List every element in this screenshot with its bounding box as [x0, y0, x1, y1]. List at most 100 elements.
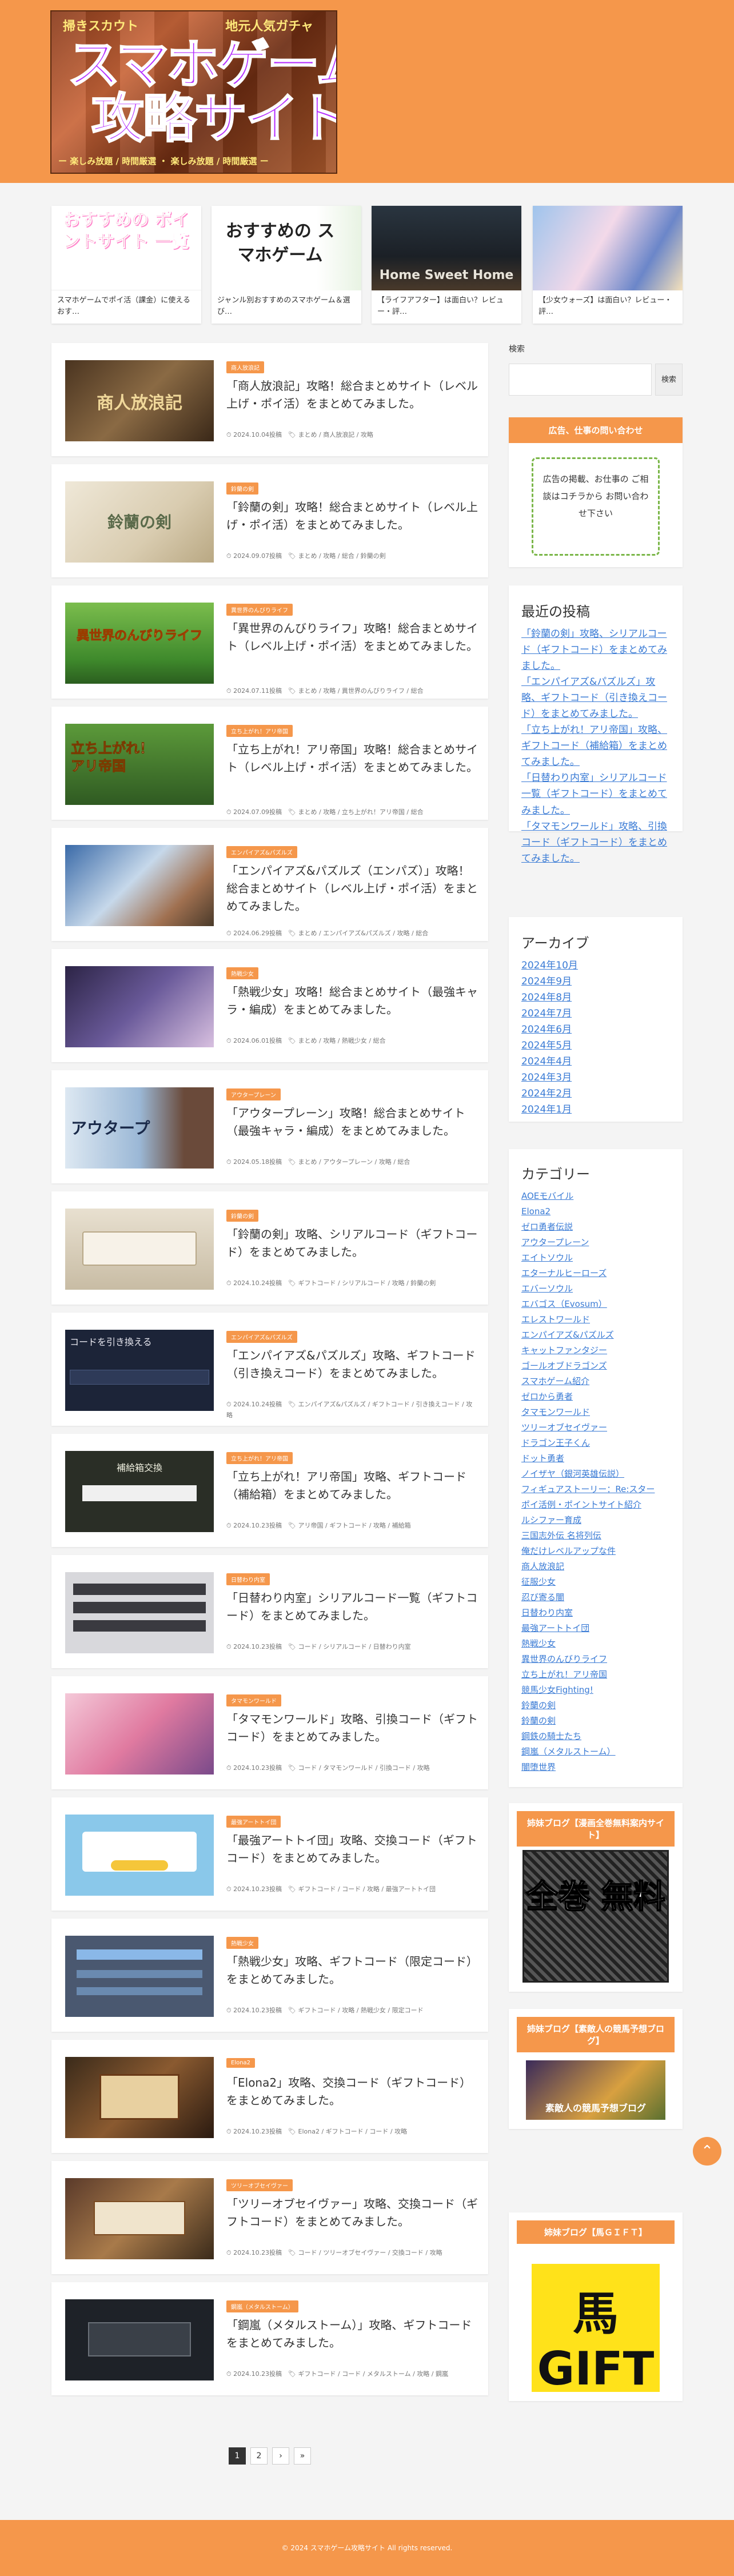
category-link[interactable]: 鈴蘭の剣 — [521, 1698, 670, 1713]
category-link[interactable]: エイトソウル — [521, 1250, 670, 1266]
category-link[interactable]: 競馬少女Fighting! — [521, 1682, 670, 1698]
category-badge[interactable]: 立ち上がれ！アリ帝国 — [226, 725, 293, 737]
post-card[interactable]: 最強アートトイ団 「最強アートトイ団」攻略、交換コード（ギフトコード）をまとめて… — [51, 1797, 488, 1911]
post-card[interactable]: タマモンワールド 「タマモンワールド」攻略、引換コード（ギフトコード）をまとめて… — [51, 1676, 488, 1789]
post-card[interactable]: アウタープ アウタープレーン 「アウタープレーン」攻略！総合まとめサイト（最強キ… — [51, 1070, 488, 1183]
category-link[interactable]: 異世界のんびりライフ — [521, 1652, 670, 1667]
category-link[interactable]: 鋼鉄の騎士たち — [521, 1729, 670, 1744]
carousel-card[interactable]: おすすめの スマホゲーム ジャンル別おすすめのスマホゲーム＆選び… — [212, 206, 361, 324]
post-title[interactable]: 「商人放浪記」攻略！総合まとめサイト（レベル上げ・ポイ活）をまとめてみました。 — [226, 377, 478, 413]
category-link[interactable]: 俺だけレベルアップな件 — [521, 1544, 670, 1559]
archive-link[interactable]: 2024年6月 — [521, 1022, 670, 1038]
archive-link[interactable]: 2024年7月 — [521, 1006, 670, 1022]
post-card[interactable]: 立ち上がれ！アリ帝国 立ち上がれ！アリ帝国 「立ち上がれ！アリ帝国」攻略！総合ま… — [51, 707, 488, 820]
post-title[interactable]: 「Elona2」攻略、交換コード（ギフトコード）をまとめてみました。 — [226, 2074, 478, 2110]
category-link[interactable]: 忍び寄る闇 — [521, 1590, 670, 1605]
category-link[interactable]: 鋼嵐（メタルストーム） — [521, 1744, 670, 1760]
sister-blog-manga-banner[interactable]: 全巻 無料 — [522, 1850, 669, 1983]
category-link[interactable]: ゴールオブドラゴンズ — [521, 1358, 670, 1374]
category-link[interactable]: ドット勇者 — [521, 1451, 670, 1466]
next-page-button[interactable]: › — [272, 2447, 289, 2465]
category-link[interactable]: ポイ活例・ポイントサイト紹介 — [521, 1497, 670, 1513]
recent-post-link[interactable]: 「タマモンワールド」攻略、引換コード（ギフトコード）をまとめてみました。 — [521, 819, 670, 867]
category-badge[interactable]: 鈴蘭の剣 — [226, 1210, 258, 1222]
recent-post-link[interactable]: 「鈴蘭の剣」攻略、シリアルコード（ギフトコード）をまとめてみました。 — [521, 626, 670, 674]
post-title[interactable]: 「立ち上がれ！アリ帝国」攻略！総合まとめサイト（レベル上げ・ポイ活）をまとめてみ… — [226, 741, 478, 776]
post-title[interactable]: 「タマモンワールド」攻略、引換コード（ギフトコード）をまとめてみました。 — [226, 1710, 478, 1746]
category-badge[interactable]: 鈴蘭の剣 — [226, 482, 258, 495]
post-card[interactable]: エンパイアズ&パズルズ 「エンパイアズ&パズルズ（エンパズ）」攻略！総合まとめサ… — [51, 828, 488, 941]
category-badge[interactable]: ツリーオブセイヴァー — [226, 2179, 293, 2191]
category-badge[interactable]: アウタープレーン — [226, 1088, 281, 1100]
category-link[interactable]: タマモンワールド — [521, 1405, 670, 1420]
search-input[interactable] — [509, 364, 652, 396]
post-title[interactable]: 「熱戦少女」攻略、ギフトコード（限定コード）をまとめてみました。 — [226, 1953, 478, 1988]
category-link[interactable]: 闇堕世界 — [521, 1760, 670, 1775]
post-title[interactable]: 「エンパイアズ&パズルズ（エンパズ）」攻略！総合まとめサイト（レベル上げ・ポイ活… — [226, 862, 478, 915]
category-link[interactable]: エターナルヒーローズ — [521, 1266, 670, 1281]
search-button[interactable]: 検索 — [655, 364, 683, 396]
category-badge[interactable]: 鋼嵐（メタルストーム） — [226, 2300, 298, 2312]
category-badge[interactable]: 商人放浪記 — [226, 361, 264, 373]
post-title[interactable]: 「異世界のんびりライフ」攻略！総合まとめサイト（レベル上げ・ポイ活）をまとめてみ… — [226, 620, 478, 655]
recent-post-link[interactable]: 「日替わり内室」シリアルコード一覧（ギフトコード）をまとめてみました。 — [521, 770, 670, 818]
page-2[interactable]: 2 — [250, 2447, 268, 2465]
archive-link[interactable]: 2024年1月 — [521, 1102, 670, 1118]
post-card[interactable]: 熱戦少女 「熱戦少女」攻略、ギフトコード（限定コード）をまとめてみました。 ⏱ … — [51, 1919, 488, 2032]
recent-post-link[interactable]: 「立ち上がれ！アリ帝国」攻略、ギフトコード（補給箱）をまとめてみました。 — [521, 722, 670, 770]
post-title[interactable]: 「エンパイアズ&パズルズ」攻略、ギフトコード（引き換えコード）をまとめてみました… — [226, 1347, 478, 1382]
post-card[interactable]: 鈴蘭の剣 「鈴蘭の剣」攻略、シリアルコード（ギフトコード）をまとめてみました。 … — [51, 1191, 488, 1305]
archive-link[interactable]: 2024年3月 — [521, 1070, 670, 1086]
category-link[interactable]: 三国志外伝 名将列伝 — [521, 1528, 670, 1544]
contact-banner[interactable]: 広告の掲載、お仕事の ご相談はコチラから お問い合わせ下さい — [532, 457, 660, 556]
category-link[interactable]: 日替わり内室 — [521, 1605, 670, 1621]
category-link[interactable]: 征服少女 — [521, 1574, 670, 1590]
category-link[interactable]: Elona2 — [521, 1204, 670, 1219]
category-badge[interactable]: タマモンワールド — [226, 1694, 281, 1706]
category-link[interactable]: 鈴蘭の剣 — [521, 1713, 670, 1729]
category-link[interactable]: ツリーオブセイヴァー — [521, 1420, 670, 1435]
category-badge[interactable]: 熱戦少女 — [226, 967, 258, 979]
post-title[interactable]: 「鈴蘭の剣」攻略、シリアルコード（ギフトコード）をまとめてみました。 — [226, 1226, 478, 1261]
post-card[interactable]: 異世界のんびりライフ 異世界のんびりライフ 「異世界のんびりライフ」攻略！総合ま… — [51, 585, 488, 699]
category-link[interactable]: 立ち上がれ！アリ帝国 — [521, 1667, 670, 1682]
site-logo[interactable]: 掃きスカウト 地元人気ガチャ スマホゲーム 攻略サイト ー 楽しみ放題 / 時間… — [50, 10, 337, 174]
category-link[interactable]: エバーソウル — [521, 1281, 670, 1297]
category-link[interactable]: 商人放浪記 — [521, 1559, 670, 1574]
post-card[interactable]: 熱戦少女 「熱戦少女」攻略！総合まとめサイト（最強キャラ・編成）をまとめてみまし… — [51, 949, 488, 1062]
archive-link[interactable]: 2024年10月 — [521, 958, 670, 974]
category-link[interactable]: ゼロ勇者伝説 — [521, 1219, 670, 1235]
category-badge[interactable]: Elona2 — [226, 2058, 256, 2068]
post-title[interactable]: 「ツリーオブセイヴァー」攻略、交換コード（ギフトコード）をまとめてみました。 — [226, 2195, 478, 2231]
category-link[interactable]: 熱戦少女 — [521, 1636, 670, 1652]
category-link[interactable]: フィギュアストーリー：Re:スター — [521, 1482, 670, 1497]
carousel-card[interactable]: 【少女ウォーズ】は面白い？レビュー・評… — [533, 206, 683, 324]
post-card[interactable]: Elona2 「Elona2」攻略、交換コード（ギフトコード）をまとめてみました… — [51, 2040, 488, 2153]
category-badge[interactable]: 最強アートトイ団 — [226, 1816, 281, 1828]
category-link[interactable]: キャットファンタジー — [521, 1343, 670, 1358]
post-card[interactable]: 補給箱交換 立ち上がれ！アリ帝国 「立ち上がれ！アリ帝国」攻略、ギフトコード（補… — [51, 1434, 488, 1547]
archive-link[interactable]: 2024年8月 — [521, 990, 670, 1006]
post-title[interactable]: 「熱戦少女」攻略！総合まとめサイト（最強キャラ・編成）をまとめてみました。 — [226, 983, 478, 1019]
category-link[interactable]: ゼロから勇者 — [521, 1389, 670, 1405]
category-link[interactable]: エンパイアズ&パズルズ — [521, 1327, 670, 1343]
post-title[interactable]: 「立ち上がれ！アリ帝国」攻略、ギフトコード（補給箱）をまとめてみました。 — [226, 1468, 478, 1504]
recent-post-link[interactable]: 「エンパイアズ&パズルズ」攻略、ギフトコード（引き換えコード）をまとめてみました… — [521, 674, 670, 722]
post-card[interactable]: ツリーオブセイヴァー 「ツリーオブセイヴァー」攻略、交換コード（ギフトコード）を… — [51, 2161, 488, 2274]
post-card[interactable]: 商人放浪記 商人放浪記 「商人放浪記」攻略！総合まとめサイト（レベル上げ・ポイ活… — [51, 343, 488, 456]
category-badge[interactable]: 熱戦少女 — [226, 1937, 258, 1949]
post-card[interactable]: 鋼嵐（メタルストーム） 「鋼嵐（メタルストーム）」攻略、ギフトコードをまとめてみ… — [51, 2282, 488, 2395]
category-badge[interactable]: 立ち上がれ！アリ帝国 — [226, 1452, 293, 1464]
category-link[interactable]: ドラゴン王子くん — [521, 1435, 670, 1451]
post-title[interactable]: 「アウタープレーン」攻略！総合まとめサイト（最強キャラ・編成）をまとめてみました… — [226, 1104, 478, 1140]
post-card[interactable]: 鈴蘭の剣 鈴蘭の剣 「鈴蘭の剣」攻略！総合まとめサイト（レベル上げ・ポイ活）をま… — [51, 464, 488, 577]
archive-link[interactable]: 2024年5月 — [521, 1038, 670, 1054]
post-card[interactable]: 日替わり内室 「日替わり内室」シリアルコード一覧（ギフトコード）をまとめてみまし… — [51, 1555, 488, 1668]
category-link[interactable]: AOEモバイル — [521, 1189, 670, 1204]
page-1[interactable]: 1 — [229, 2447, 246, 2465]
category-link[interactable]: ルシファー育成 — [521, 1513, 670, 1528]
post-title[interactable]: 「最強アートトイ団」攻略、交換コード（ギフトコード）をまとめてみました。 — [226, 1832, 478, 1867]
scroll-to-top-button[interactable]: ⌃ — [693, 2137, 721, 2166]
post-title[interactable]: 「鋼嵐（メタルストーム）」攻略、ギフトコードをまとめてみました。 — [226, 2316, 478, 2352]
category-link[interactable]: 最強アートトイ団 — [521, 1621, 670, 1636]
